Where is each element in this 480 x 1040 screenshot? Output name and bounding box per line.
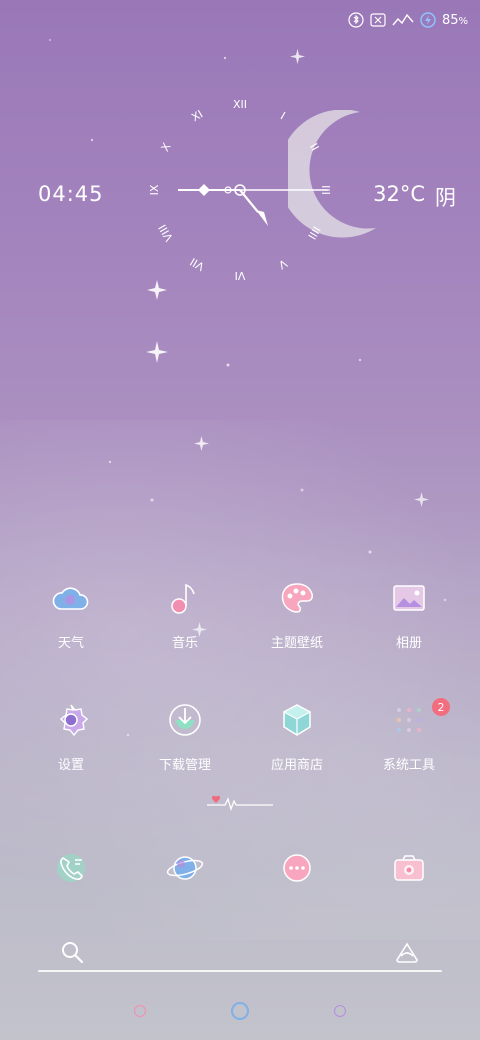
sim-x-icon (370, 13, 386, 27)
clock-hands (178, 184, 328, 226)
charging-icon (420, 12, 436, 28)
dial-numeral: VI (235, 269, 246, 282)
clock-widget[interactable]: 04:45 32°C 阴 XII I II III IIII V VI VII VIII IX X X… (0, 90, 480, 300)
bluetooth-icon (348, 12, 364, 28)
dial-numeral: IIII (305, 224, 323, 242)
app-downloads[interactable]: 下载管理 (130, 700, 240, 773)
theme-palette-icon (277, 578, 317, 618)
camera-icon (387, 846, 431, 890)
download-icon (165, 700, 205, 740)
assistant-icon[interactable] (394, 942, 420, 968)
page-dot-home[interactable] (231, 1002, 249, 1020)
dock-browser[interactable] (130, 846, 240, 890)
messages-icon (275, 846, 319, 890)
status-bar: 85% (348, 8, 468, 32)
dock-phone[interactable] (16, 846, 126, 890)
system-tools-folder-icon (389, 700, 429, 740)
phone-icon (49, 846, 93, 890)
settings-gear-icon (51, 700, 91, 740)
search-bar[interactable] (38, 940, 442, 972)
dial-numeral: IX (148, 184, 161, 195)
dial-numeral: V (276, 257, 289, 272)
temperature: 32°C (373, 182, 425, 206)
dial-numeral: X (158, 140, 173, 153)
gallery-icon (389, 578, 429, 618)
app-music[interactable]: 音乐 (130, 578, 240, 651)
app-weather[interactable]: 天气 (16, 578, 126, 651)
page-dot-right[interactable] (334, 1005, 346, 1017)
dial-numeral: VII (188, 255, 207, 273)
page-indicator-heartbeat (207, 795, 273, 812)
app-store-box-icon (277, 700, 317, 740)
signal-icon (392, 13, 414, 27)
dock-camera[interactable] (354, 846, 464, 890)
app-theme[interactable]: 主题壁纸 (242, 578, 352, 651)
dock-messages[interactable] (242, 846, 352, 890)
dial-numeral: II (307, 141, 322, 153)
search-underline (38, 970, 442, 972)
battery-text: 85% (441, 12, 468, 28)
app-gallery[interactable]: 相册 (354, 578, 464, 651)
music-note-icon (165, 578, 205, 618)
digital-time: 04:45 (38, 182, 104, 206)
dial-numeral: XII (233, 98, 247, 111)
home-screen: 85% 04:45 32°C 阴 XII I II III IIII V VI VII VIII… (0, 0, 480, 1040)
app-store[interactable]: 应用商店 (242, 700, 352, 773)
weather-readout: 32°C 阴 (373, 182, 456, 212)
app-system-tools-folder[interactable]: 2 系统工具 (354, 698, 464, 773)
search-icon[interactable] (60, 940, 84, 968)
weather-condition: 阴 (435, 186, 456, 210)
dial-numeral: I (278, 109, 287, 122)
notification-badge: 2 (432, 698, 450, 716)
analog-clock: XIIIIIIIIIIIIVVIVIIVIIIIXXXI (148, 98, 332, 282)
app-settings[interactable]: 设置 (16, 700, 126, 773)
dial-numeral: XI (189, 108, 205, 125)
dial-numeral: VIII (156, 222, 176, 243)
page-dot-left[interactable] (134, 1005, 146, 1017)
weather-cloud-icon (51, 578, 91, 618)
browser-planet-icon (163, 846, 207, 890)
